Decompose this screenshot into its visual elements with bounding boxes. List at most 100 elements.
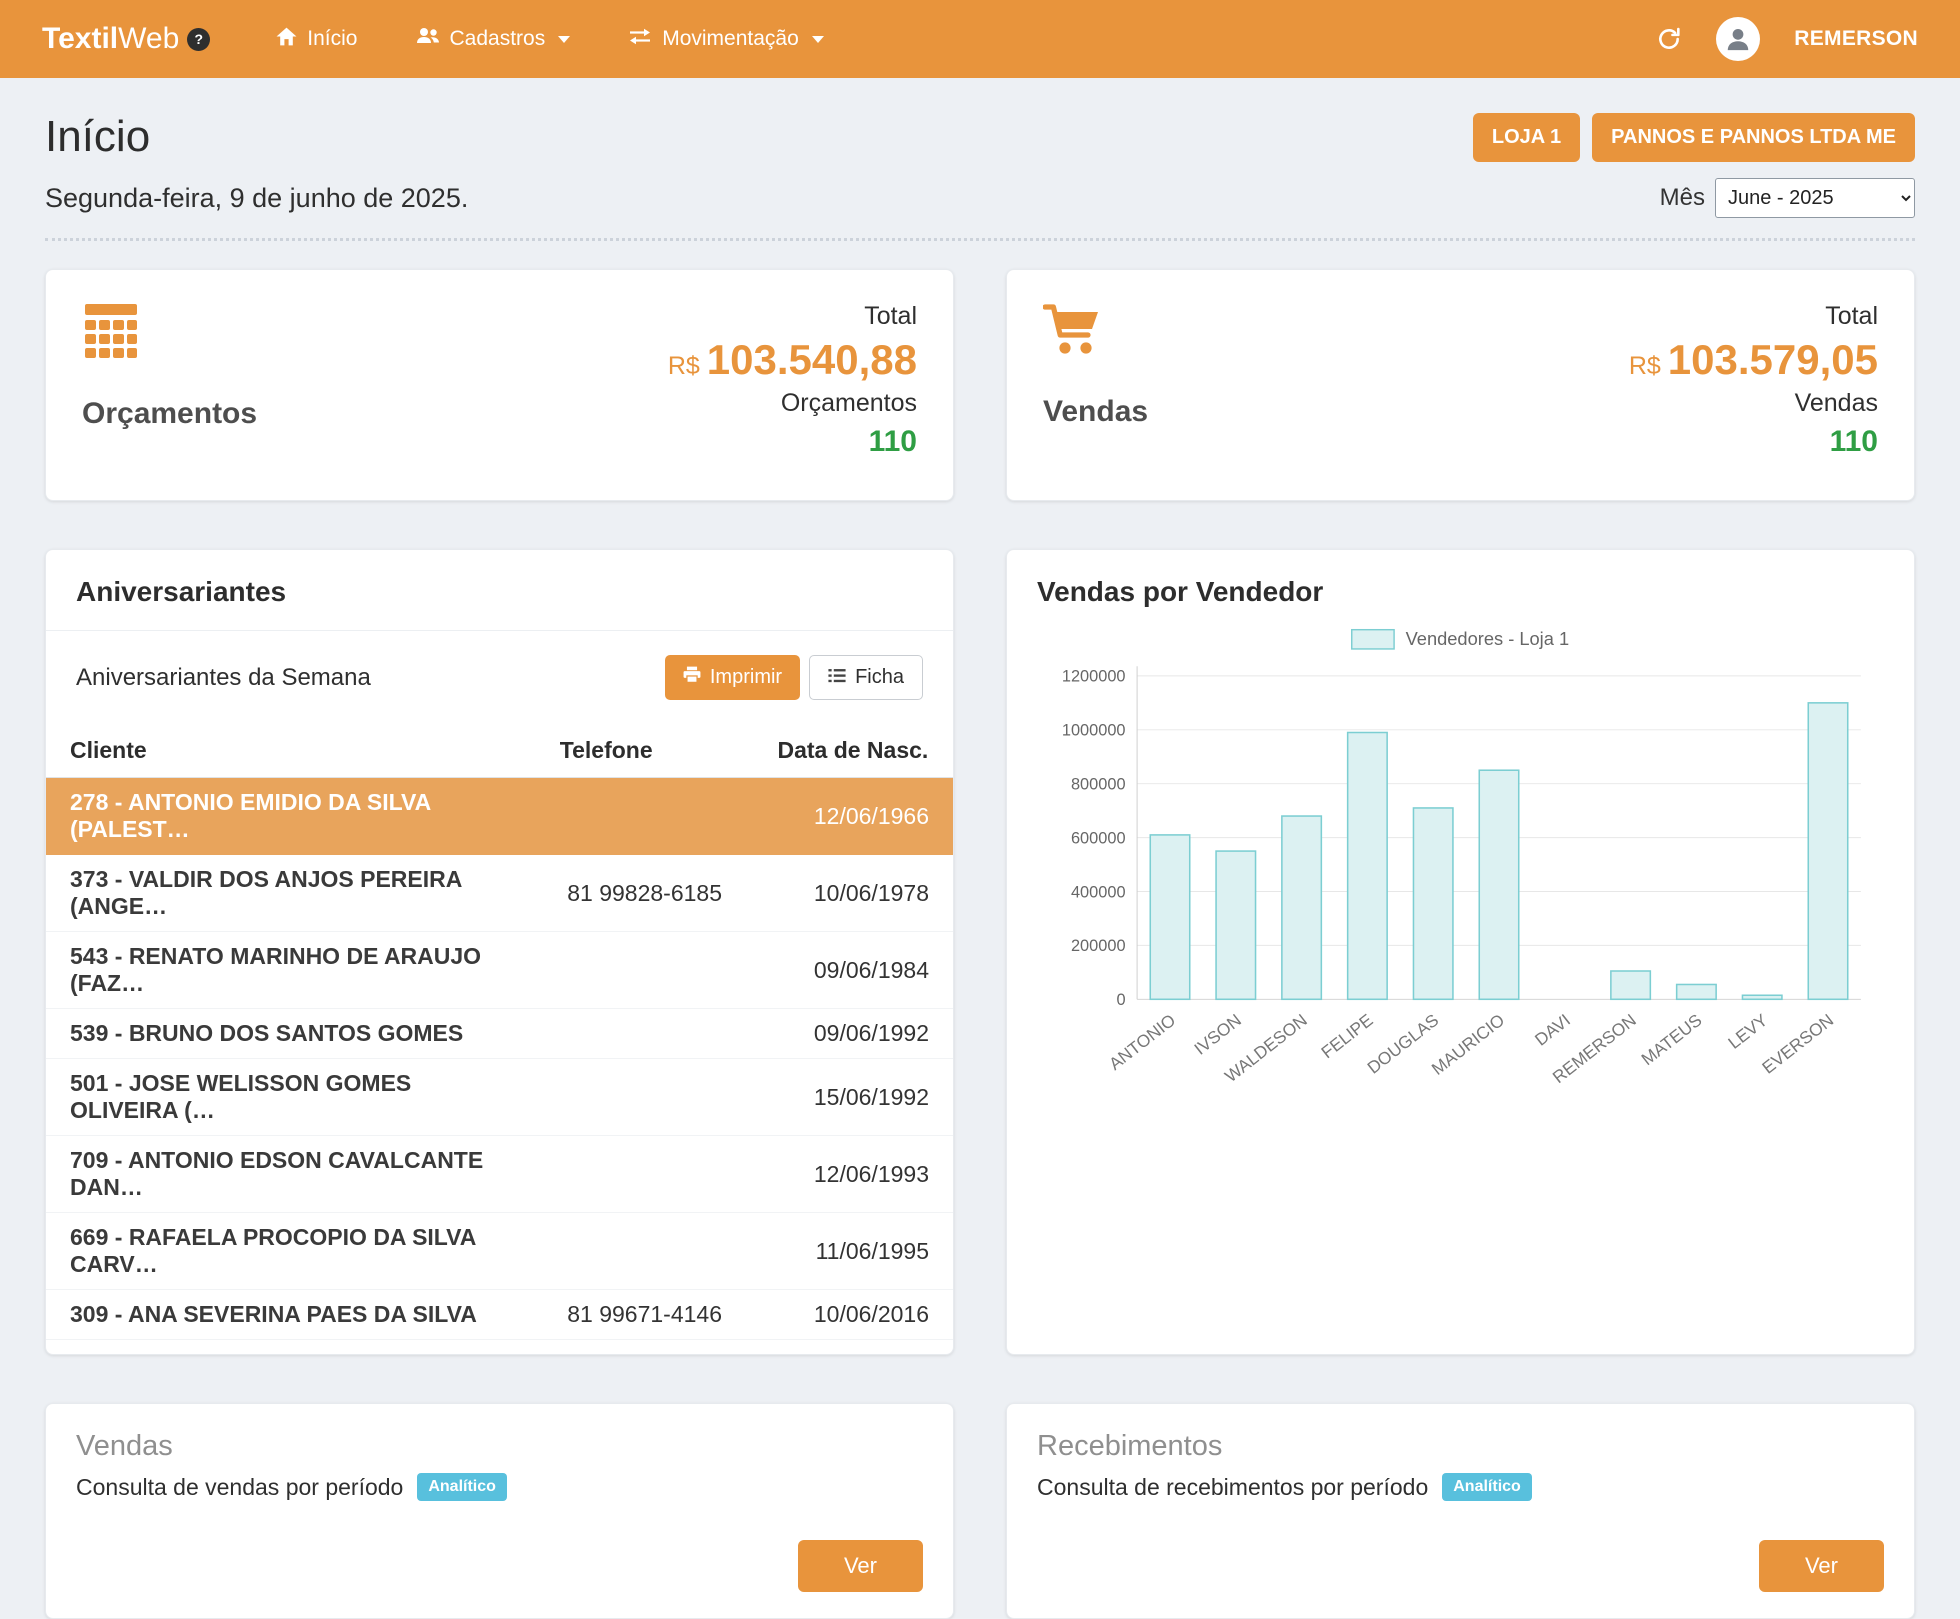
help-icon[interactable]: ? — [187, 28, 210, 51]
table-row[interactable]: 543 - RENATO MARINHO DE ARAUJO (FAZ… 09/0… — [46, 932, 953, 1009]
print-button[interactable]: Imprimir — [665, 655, 800, 700]
chevron-down-icon — [812, 36, 824, 43]
list-icon — [828, 666, 846, 689]
cell-nascimento: 12/06/1966 — [753, 778, 953, 855]
cell-telefone — [536, 1136, 754, 1213]
cell-nascimento: 09/06/1992 — [753, 1009, 953, 1059]
cell-nascimento: 10/06/2016 — [753, 1290, 953, 1340]
orcamentos-count-label: Orçamentos — [781, 389, 917, 418]
vendas-report-title: Vendas — [76, 1430, 173, 1462]
currency-symbol: R$ — [1629, 352, 1661, 380]
cell-cliente: 501 - JOSE WELISSON GOMES OLIVEIRA (… — [46, 1059, 536, 1136]
cell-nascimento: 09/06/1984 — [753, 932, 953, 1009]
cell-telefone — [536, 778, 754, 855]
recebimentos-report-description: Consulta de recebimentos por período — [1037, 1474, 1428, 1501]
month-select[interactable]: June - 2025 — [1715, 178, 1915, 218]
table-row[interactable]: 373 - VALDIR DOS ANJOS PEREIRA (ANGE…81 … — [46, 855, 953, 932]
main-content: Início LOJA 1 PANNOS E PANNOS LTDA ME Se… — [0, 78, 1960, 1619]
y-tick-label: 0 — [1116, 991, 1125, 1009]
app-logo[interactable]: TextilWeb ? — [42, 22, 210, 56]
cell-telefone: 81 99671-4146 — [536, 1290, 754, 1340]
vendas-por-vendedor-card: Vendas por Vendedor Vendedores - Loja 10… — [1006, 549, 1915, 1355]
x-tick-label: FELIPE — [1317, 1010, 1376, 1062]
nav-item-cadastros[interactable]: Cadastros — [416, 27, 571, 52]
nav-item-inicio[interactable]: Início — [276, 27, 357, 52]
table-header-row: Cliente Telefone Data de Nasc. — [46, 724, 953, 778]
vendas-total-value: R$103.579,05 — [1629, 338, 1878, 382]
orcamentos-card: Orçamentos Total R$103.540,88 Orçamentos… — [45, 269, 954, 501]
cell-nascimento: 11/06/1995 — [753, 1213, 953, 1290]
y-tick-label: 1200000 — [1062, 668, 1126, 686]
x-tick-label: IVSON — [1190, 1010, 1245, 1059]
cell-cliente: 709 - ANTONIO EDSON CAVALCANTE DAN… — [46, 1136, 536, 1213]
chart-bar — [1808, 703, 1847, 999]
cell-nascimento: 12/06/1993 — [753, 1136, 953, 1213]
table-row[interactable]: 709 - ANTONIO EDSON CAVALCANTE DAN… 12/06… — [46, 1136, 953, 1213]
currency-symbol: R$ — [668, 352, 700, 380]
table-row[interactable]: 278 - ANTONIO EMIDIO DA SILVA (PALEST… 12… — [46, 778, 953, 855]
column-nascimento: Data de Nasc. — [753, 724, 953, 778]
vendas-card: Vendas Total R$103.579,05 Vendas 110 — [1006, 269, 1915, 501]
nav-item-movimentacao[interactable]: Movimentação — [628, 27, 824, 52]
table-row[interactable]: 309 - ANA SEVERINA PAES DA SILVA81 99671… — [46, 1290, 953, 1340]
total-label: Total — [864, 302, 917, 331]
nav-item-label: Cadastros — [450, 27, 546, 51]
vendas-report-description: Consulta de vendas por período — [76, 1474, 403, 1501]
orcamentos-title: Orçamentos — [82, 397, 257, 431]
refresh-icon[interactable] — [1656, 26, 1682, 52]
vendas-report-card: Vendas Consulta de vendas por período An… — [45, 1403, 954, 1619]
chart-bar — [1677, 984, 1716, 999]
top-navbar: TextilWeb ? Início Cadastros — [0, 0, 1960, 78]
cell-nascimento: 10/06/1978 — [753, 855, 953, 932]
calculator-icon — [82, 302, 257, 365]
nav-item-label: Início — [307, 27, 357, 51]
home-icon — [276, 27, 297, 52]
chart-bar — [1216, 851, 1255, 999]
vendas-count-label: Vendas — [1795, 389, 1878, 418]
current-date: Segunda-feira, 9 de junho de 2025. — [45, 183, 468, 214]
chart-bar — [1150, 835, 1189, 999]
x-tick-label: DAVI — [1531, 1010, 1574, 1050]
x-tick-label: LEVY — [1724, 1010, 1772, 1053]
x-tick-label: MATEUS — [1637, 1010, 1705, 1069]
cell-cliente: 278 - ANTONIO EMIDIO DA SILVA (PALEST… — [46, 778, 536, 855]
y-tick-label: 200000 — [1071, 937, 1126, 955]
store-badge[interactable]: LOJA 1 — [1473, 113, 1580, 162]
column-cliente: Cliente — [46, 724, 536, 778]
cell-cliente: 543 - RENATO MARINHO DE ARAUJO (FAZ… — [46, 932, 536, 1009]
cell-telefone: 81 99828-6185 — [536, 855, 754, 932]
recebimentos-ver-button[interactable]: Ver — [1759, 1540, 1884, 1592]
column-telefone: Telefone — [536, 724, 754, 778]
table-row[interactable]: 501 - JOSE WELISSON GOMES OLIVEIRA (…15/… — [46, 1059, 953, 1136]
company-badge[interactable]: PANNOS E PANNOS LTDA ME — [1592, 113, 1915, 162]
cell-telefone — [536, 1009, 754, 1059]
nav-item-label: Movimentação — [662, 27, 799, 51]
brand-text-light: Web — [118, 22, 179, 56]
birthdays-table: Cliente Telefone Data de Nasc. 278 - ANT… — [46, 724, 953, 1340]
table-row[interactable]: 539 - BRUNO DOS SANTOS GOMES09/06/1992 — [46, 1009, 953, 1059]
print-button-label: Imprimir — [710, 666, 782, 689]
chart-bar — [1611, 971, 1650, 999]
orcamentos-count: 110 — [869, 425, 917, 459]
recebimentos-report-card: Recebimentos Consulta de recebimentos po… — [1006, 1403, 1915, 1619]
analitico-badge: Analítico — [417, 1473, 507, 1501]
chevron-down-icon — [558, 36, 570, 43]
cell-cliente: 373 - VALDIR DOS ANJOS PEREIRA (ANGE… — [46, 855, 536, 932]
x-tick-label: EVERSON — [1758, 1010, 1837, 1078]
table-row[interactable]: 669 - RAFAELA PROCOPIO DA SILVA CARV…11/… — [46, 1213, 953, 1290]
avatar[interactable] — [1716, 17, 1760, 61]
aniversariantes-card: Aniversariantes Aniversariantes da Seman… — [45, 549, 954, 1355]
nav-links: Início Cadastros — [276, 27, 823, 52]
exchange-icon — [628, 27, 652, 51]
month-label: Mês — [1660, 184, 1705, 212]
cart-icon — [1043, 302, 1148, 363]
username[interactable]: REMERSON — [1794, 27, 1918, 51]
record-button-label: Ficha — [855, 666, 904, 689]
cell-cliente: 309 - ANA SEVERINA PAES DA SILVA — [46, 1290, 536, 1340]
total-label: Total — [1825, 302, 1878, 331]
chart-bar — [1348, 732, 1387, 999]
vendas-ver-button[interactable]: Ver — [798, 1540, 923, 1592]
printer-icon — [683, 666, 701, 689]
vendas-count: 110 — [1830, 425, 1878, 459]
record-button[interactable]: Ficha — [809, 655, 923, 700]
